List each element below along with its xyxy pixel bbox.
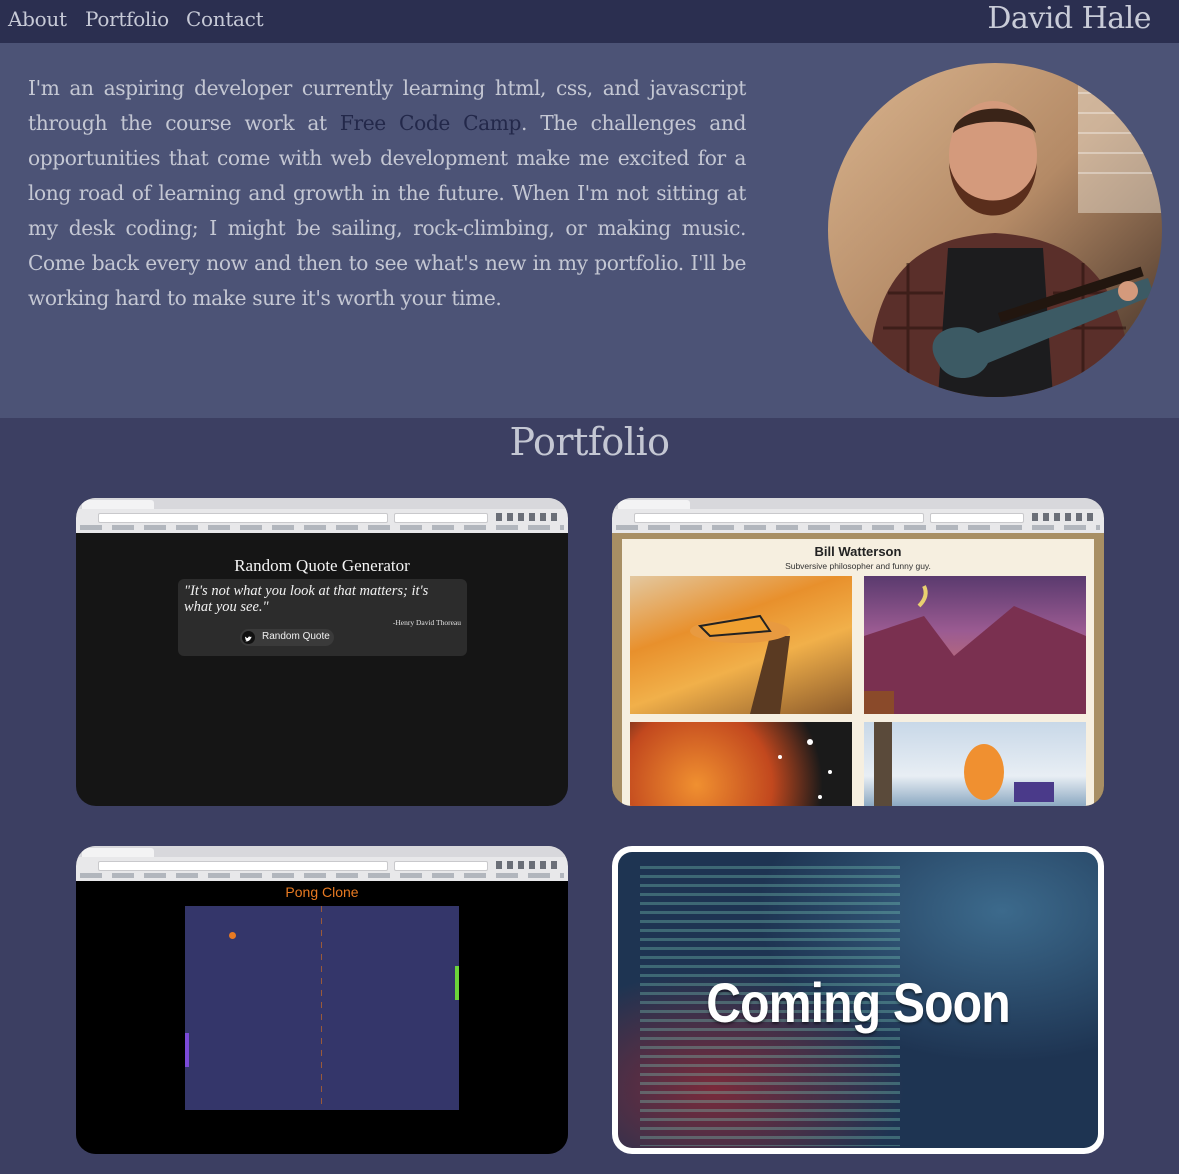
project-title: Bill Watterson [814, 544, 902, 559]
project-subtitle: Subversive philosopher and funny guy. [785, 561, 931, 571]
pong-field [185, 906, 459, 1110]
nav-link-portfolio[interactable]: Portfolio [85, 7, 169, 31]
project-card-bill-watterson[interactable]: Bill Watterson Subversive philosopher an… [612, 498, 1104, 806]
pong-ball [229, 932, 236, 939]
project-card-coming-soon[interactable]: Coming Soon [612, 846, 1104, 1154]
code-background: Coming Soon [618, 852, 1098, 1148]
comic-panel-1 [630, 576, 852, 714]
top-nav: About Portfolio Contact David Hale [0, 0, 1179, 43]
quote-box: "It's not what you look at that matters;… [178, 579, 467, 656]
site-brand: David Hale [987, 1, 1151, 36]
bio-after: . The challenges and opportunities that … [28, 111, 746, 310]
profile-photo [828, 63, 1162, 397]
twitter-icon [242, 631, 255, 644]
bio-text: I'm an aspiring developer currently lear… [28, 71, 746, 316]
browser-chrome [76, 498, 568, 533]
quote-author: -Henry David Thoreau [392, 618, 461, 627]
avatar [828, 63, 1162, 397]
left-paddle [185, 1033, 189, 1067]
comic-panel-4 [864, 722, 1086, 806]
right-paddle [455, 966, 459, 1000]
random-quote-label: Random Quote [262, 631, 330, 642]
coming-soon-text: Coming Soon [706, 971, 1010, 1034]
project-title: Random Quote Generator [234, 556, 410, 575]
nav-link-contact[interactable]: Contact [186, 7, 264, 31]
free-code-camp-link[interactable]: Free Code Camp [340, 111, 522, 135]
portfolio-title: Portfolio [509, 420, 670, 464]
quote-text: "It's not what you look at that matters;… [184, 583, 429, 615]
browser-chrome [612, 498, 1104, 533]
random-quote-button: Random Quote [240, 629, 334, 646]
pong-net [321, 906, 322, 1110]
project-card-pong[interactable]: Pong Clone [76, 846, 568, 1154]
about-section: I'm an aspiring developer currently lear… [0, 43, 1179, 418]
project-title: Pong Clone [285, 884, 359, 900]
project-card-random-quote[interactable]: Random Quote Generator "It's not what yo… [76, 498, 568, 806]
comic-panel-2 [864, 576, 1086, 714]
browser-chrome [76, 846, 568, 881]
comic-panel-3 [630, 722, 852, 806]
nav-link-about[interactable]: About [8, 7, 67, 31]
